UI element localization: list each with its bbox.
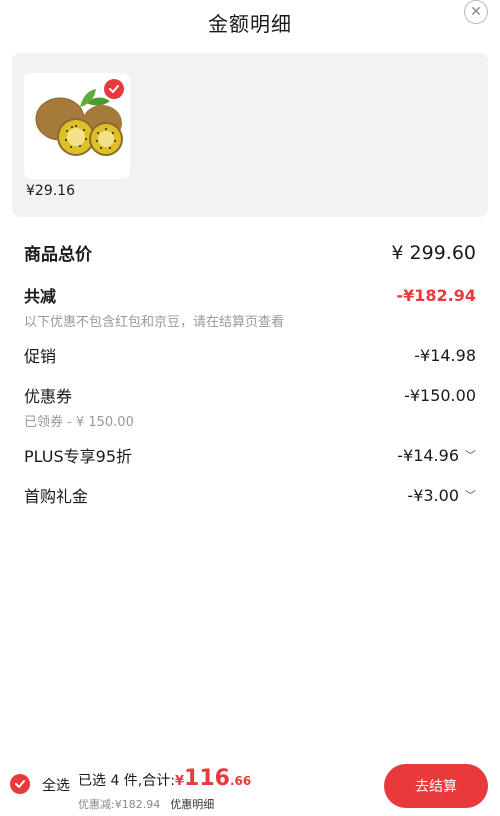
plus-value-wrap: -¥14.96 ﹀	[397, 446, 476, 465]
plus-label: PLUS专享95折	[24, 447, 132, 466]
coupon-note: 已领券 - ¥ 150.00	[24, 415, 134, 430]
discount-value: -¥182.94	[396, 285, 476, 305]
product-thumbnail[interactable]	[24, 73, 130, 179]
check-icon	[15, 780, 25, 788]
chevron-down-icon[interactable]: ﹀	[465, 447, 476, 463]
select-all-label[interactable]: 全选	[42, 775, 70, 795]
coupon-value: -¥150.00	[404, 385, 476, 405]
promo-row: 促销 -¥14.98	[24, 343, 476, 367]
total-row: 商品总价 ¥ 299.60	[24, 240, 476, 266]
close-icon: ✕	[470, 4, 482, 20]
total-label: 商品总价	[24, 245, 92, 265]
total-value: ¥ 299.60	[391, 241, 476, 264]
discount-detail-link[interactable]: 优惠明细	[170, 796, 214, 812]
discount-summary-text: 优惠减:¥182.94	[78, 798, 161, 811]
firstbuy-value: -¥3.00	[407, 485, 459, 505]
firstbuy-row[interactable]: 首购礼金 -¥3.00 ﹀	[24, 483, 476, 507]
coupon-label: 优惠券	[24, 387, 73, 406]
product-price: ¥29.16	[26, 183, 75, 199]
checkout-bar: 全选 已选 4 件,合计: ¥ 116 .66 优惠减:¥182.94 优惠明细…	[0, 756, 500, 816]
total-amount-decimal: .66	[229, 774, 252, 788]
discount-row: 共减 -¥182.94	[24, 283, 476, 307]
close-button[interactable]: ✕	[464, 0, 488, 24]
select-all-checkbox[interactable]	[10, 774, 30, 794]
total-currency: ¥	[174, 774, 185, 789]
plus-value: -¥14.96	[397, 445, 459, 465]
total-amount-integer: 116	[184, 766, 230, 791]
discount-label: 共减	[24, 287, 57, 306]
checkout-button[interactable]: 去结算	[384, 764, 488, 808]
discount-summary: 优惠减:¥182.94 优惠明细	[78, 796, 214, 812]
product-panel: ¥29.16	[12, 53, 488, 217]
check-icon	[109, 85, 119, 93]
coupon-row: 优惠券 -¥150.00	[24, 383, 476, 407]
product-selected-check[interactable]	[104, 79, 124, 99]
discount-note: 以下优惠不包含红包和京豆，请在结算页查看	[24, 315, 285, 330]
selected-count-text: 已选 4 件,合计:	[78, 773, 175, 789]
plus-row[interactable]: PLUS专享95折 -¥14.96 ﹀	[24, 443, 476, 467]
chevron-down-icon[interactable]: ﹀	[465, 487, 476, 503]
order-summary: 已选 4 件,合计: ¥ 116 .66	[78, 766, 251, 791]
firstbuy-label: 首购礼金	[24, 487, 89, 506]
promo-label: 促销	[24, 347, 57, 366]
header: 金额明细 ✕	[0, 0, 500, 44]
firstbuy-value-wrap: -¥3.00 ﹀	[407, 486, 476, 505]
total-amount: ¥ 116 .66	[175, 766, 251, 791]
page-title: 金额明细	[208, 11, 292, 36]
promo-value: -¥14.98	[414, 345, 476, 365]
